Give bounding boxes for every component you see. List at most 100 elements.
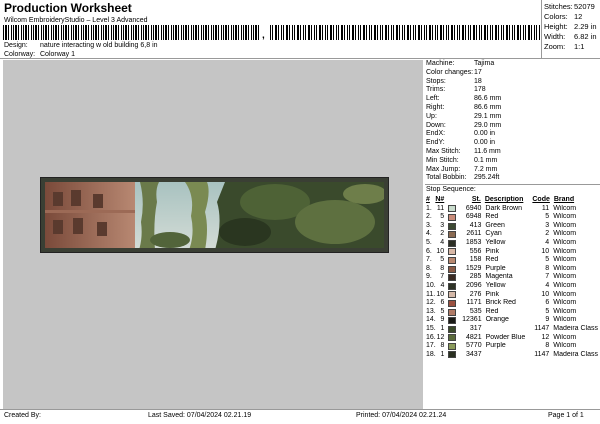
spec-row: Up: 29.1 mm (426, 113, 598, 122)
col-brand: Brand (553, 196, 575, 203)
color-swatch (448, 299, 457, 307)
spec-row: Max Jump: 7.2 mm (426, 166, 598, 175)
stitch-count: 5770 (466, 342, 482, 350)
thread-code: 5 (545, 307, 550, 315)
spec-label: Left: (426, 95, 440, 103)
thread-description: Pink (485, 247, 500, 255)
stop-index: 9. (426, 273, 432, 281)
thread-description: Green (485, 221, 505, 229)
col-needle: N# (435, 196, 445, 203)
stop-index: 11. (426, 290, 436, 298)
thread-description: Yellow (485, 238, 506, 246)
barcode-secondary (270, 25, 540, 40)
design-label: Design: (4, 42, 28, 49)
page-title: Production Worksheet (4, 1, 132, 15)
spec-label: EndY: (426, 139, 445, 147)
stitch-count: 12361 (462, 316, 482, 324)
thread-description: Red (485, 307, 499, 315)
thread-brand: Wilcom (553, 238, 577, 246)
stitch-count: 535 (469, 307, 482, 315)
needle-number: 5 (440, 213, 445, 221)
spec-row: Total Bobbin: 295.24ft (426, 174, 598, 183)
thread-code: 2 (545, 230, 550, 238)
stop-row: 3. 3 413 Green 3 Wilcom (426, 222, 598, 231)
needle-number: 8 (440, 342, 445, 350)
thread-brand: Madeira Classic 40 (553, 350, 598, 358)
stop-sequence-rows: 1. 11 6940 Dark Brown 11 Wilcom 2. 5 6948 Red 5 Wil… (426, 205, 598, 360)
stitch-count: 1853 (465, 238, 482, 246)
footer-divider (0, 409, 600, 410)
summary-value: 1:1 (574, 42, 585, 51)
thread-description: Cyan (485, 230, 502, 238)
thread-code: 1147 (534, 324, 550, 332)
printed-date: Printed: 07/04/2024 02.21.24 (356, 412, 447, 419)
color-swatch (448, 256, 457, 264)
design-canvas[interactable] (3, 60, 423, 409)
stop-index: 4. (426, 230, 432, 238)
stop-row: 2. 5 6948 Red 5 Wilcom (426, 213, 598, 222)
spec-label: Stops: (426, 77, 446, 85)
thread-brand: Wilcom (553, 264, 577, 272)
spec-value: 0.00 in (474, 139, 496, 147)
summary-label: Stitches: (544, 2, 573, 11)
col-swatch (448, 197, 456, 204)
thread-code: 4 (545, 238, 550, 246)
color-swatch (448, 239, 457, 247)
spec-value: Tajima (474, 60, 495, 67)
spec-value: 86.6 mm (474, 104, 502, 111)
page-number: Page 1 of 1 (548, 412, 584, 419)
thread-code: 1147 (534, 350, 550, 358)
stitch-count: 317 (469, 324, 482, 332)
design-artwork (45, 182, 384, 248)
col-stitches: St. (471, 196, 481, 203)
stop-row: 4. 2 2611 Cyan 2 Wilcom (426, 230, 598, 239)
stop-row: 10. 4 2096 Yellow 4 Wilcom (426, 282, 598, 291)
header-divider (0, 58, 600, 59)
stitch-count: 2096 (466, 281, 482, 289)
stop-index: 1. (426, 204, 432, 212)
color-swatch (448, 274, 457, 282)
embroidery-design-preview (45, 182, 384, 248)
needle-number: 11 (436, 204, 445, 212)
last-saved: Last Saved: 07/04/2024 02.21.19 (148, 412, 252, 419)
thread-description: Yellow (485, 281, 506, 289)
stop-row: 1. 11 6940 Dark Brown 11 Wilcom (426, 205, 598, 214)
needle-number: 1 (440, 324, 445, 332)
spec-row: Color changes: 17 (426, 69, 598, 78)
thread-brand: Wilcom (553, 333, 577, 341)
thread-brand: Wilcom (553, 204, 577, 212)
stitch-count: 6940 (465, 204, 482, 212)
thread-code: 10 (541, 290, 550, 298)
needle-number: 8 (440, 264, 445, 272)
col-index: # (426, 196, 430, 203)
stop-row: 12. 6 1171 Brick Red 6 Wilcom (426, 299, 598, 308)
summary-stats: Stitches: 52079 Colors: 12 Height: 2.29 in … (544, 2, 600, 52)
color-swatch (448, 342, 457, 350)
stop-row: 9. 7 285 Magenta 7 Wilcom (426, 273, 598, 282)
spec-row: EndX: 0.00 in (426, 130, 598, 139)
needle-number: 7 (440, 273, 445, 281)
summary-row-width: Width: 6.82 in (544, 32, 600, 42)
stop-row: 8. 8 1529 Purple 8 Wilcom (426, 265, 598, 274)
summary-label: Colors: (544, 12, 568, 21)
stop-index: 2. (426, 213, 432, 221)
color-swatch (448, 265, 457, 273)
stitch-count: 1171 (466, 299, 482, 307)
stop-row: 16. 12 4821 Powder Blue 12 Wilcom (426, 334, 598, 343)
summary-divider (541, 0, 542, 58)
stop-row: 17. 8 5770 Purple 8 Wilcom (426, 342, 598, 351)
needle-number: 3 (440, 221, 445, 229)
stop-index: 16. (426, 333, 436, 341)
stop-row: 6. 10 556 Pink 10 Wilcom (426, 248, 598, 257)
spec-row: Trims: 178 (426, 86, 598, 95)
needle-number: 12 (436, 333, 445, 341)
spec-value: 0.00 in (474, 130, 496, 138)
thread-brand: Wilcom (553, 342, 577, 350)
summary-label: Height: (544, 22, 568, 31)
stitch-count: 556 (469, 247, 482, 255)
needle-number: 2 (440, 230, 445, 238)
thread-code: 4 (545, 281, 550, 289)
stop-sequence-heading: Stop Sequence: (426, 186, 476, 193)
thread-code: 11 (541, 204, 550, 212)
spec-label: EndX: (426, 130, 446, 138)
